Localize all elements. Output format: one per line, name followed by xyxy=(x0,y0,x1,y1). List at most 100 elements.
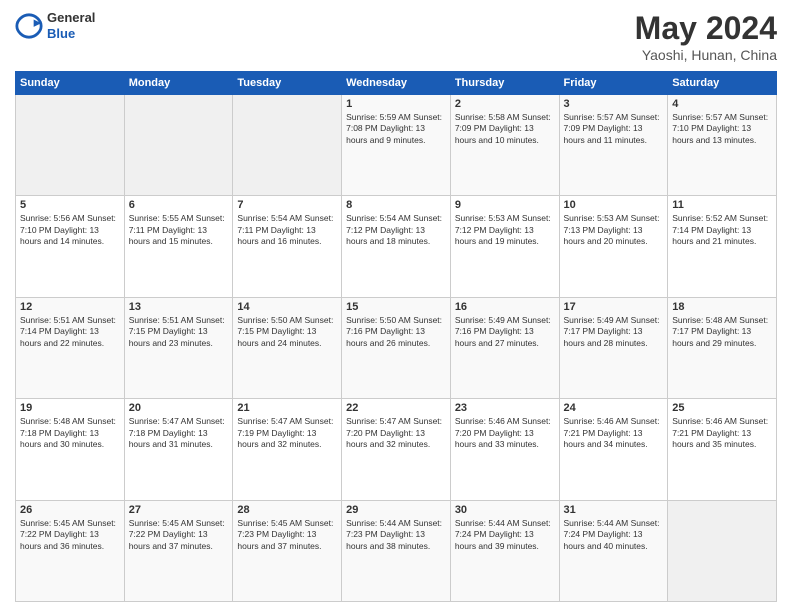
day-content: Sunrise: 5:46 AM Sunset: 7:21 PM Dayligh… xyxy=(672,416,772,450)
day-number: 17 xyxy=(564,301,664,313)
day-content: Sunrise: 5:49 AM Sunset: 7:16 PM Dayligh… xyxy=(455,315,555,349)
day-content: Sunrise: 5:54 AM Sunset: 7:11 PM Dayligh… xyxy=(237,213,337,247)
day-content: Sunrise: 5:44 AM Sunset: 7:24 PM Dayligh… xyxy=(564,518,664,552)
calendar-cell: 24 Sunrise: 5:46 AM Sunset: 7:21 PM Dayli… xyxy=(559,399,668,500)
calendar-cell xyxy=(124,95,233,196)
calendar-header: Sunday Monday Tuesday Wednesday Thursday… xyxy=(16,72,777,95)
day-number: 19 xyxy=(20,402,120,414)
col-thursday: Thursday xyxy=(450,72,559,95)
calendar-cell: 16 Sunrise: 5:49 AM Sunset: 7:16 PM Dayli… xyxy=(450,297,559,398)
calendar-cell: 18 Sunrise: 5:48 AM Sunset: 7:17 PM Dayli… xyxy=(668,297,777,398)
day-number: 13 xyxy=(129,301,229,313)
day-content: Sunrise: 5:54 AM Sunset: 7:12 PM Dayligh… xyxy=(346,213,446,247)
day-number: 24 xyxy=(564,402,664,414)
day-content: Sunrise: 5:45 AM Sunset: 7:23 PM Dayligh… xyxy=(237,518,337,552)
day-content: Sunrise: 5:51 AM Sunset: 7:15 PM Dayligh… xyxy=(129,315,229,349)
calendar-week-1: 5Sunrise: 5:56 AM Sunset: 7:10 PM Daylig… xyxy=(16,196,777,297)
calendar-cell: 12Sunrise: 5:51 AM Sunset: 7:14 PM Dayli… xyxy=(16,297,125,398)
logo-blue-text: Blue xyxy=(47,26,95,42)
day-content: Sunrise: 5:49 AM Sunset: 7:17 PM Dayligh… xyxy=(564,315,664,349)
header: General Blue May 2024 Yaoshi, Hunan, Chi… xyxy=(15,10,777,63)
day-content: Sunrise: 5:48 AM Sunset: 7:17 PM Dayligh… xyxy=(672,315,772,349)
day-number: 27 xyxy=(129,504,229,516)
calendar-cell xyxy=(233,95,342,196)
title-block: May 2024 Yaoshi, Hunan, China xyxy=(635,10,777,63)
logo-general-text: General xyxy=(47,10,95,26)
day-number: 14 xyxy=(237,301,337,313)
weekday-row: Sunday Monday Tuesday Wednesday Thursday… xyxy=(16,72,777,95)
day-number: 10 xyxy=(564,199,664,211)
day-content: Sunrise: 5:45 AM Sunset: 7:22 PM Dayligh… xyxy=(20,518,120,552)
calendar-cell: 20 Sunrise: 5:47 AM Sunset: 7:18 PM Dayli… xyxy=(124,399,233,500)
day-content: Sunrise: 5:57 AM Sunset: 7:10 PM Dayligh… xyxy=(672,112,772,146)
col-monday: Monday xyxy=(124,72,233,95)
calendar-week-3: 19Sunrise: 5:48 AM Sunset: 7:18 PM Dayli… xyxy=(16,399,777,500)
day-content: Sunrise: 5:44 AM Sunset: 7:24 PM Dayligh… xyxy=(455,518,555,552)
page: General Blue May 2024 Yaoshi, Hunan, Chi… xyxy=(0,0,792,612)
calendar: Sunday Monday Tuesday Wednesday Thursday… xyxy=(15,71,777,602)
calendar-cell: 17 Sunrise: 5:49 AM Sunset: 7:17 PM Dayli… xyxy=(559,297,668,398)
logo-text: General Blue xyxy=(47,10,95,41)
day-content: Sunrise: 5:52 AM Sunset: 7:14 PM Dayligh… xyxy=(672,213,772,247)
day-content: Sunrise: 5:46 AM Sunset: 7:21 PM Dayligh… xyxy=(564,416,664,450)
day-number: 26 xyxy=(20,504,120,516)
calendar-cell: 13 Sunrise: 5:51 AM Sunset: 7:15 PM Dayli… xyxy=(124,297,233,398)
day-number: 31 xyxy=(564,504,664,516)
calendar-cell: 7 Sunrise: 5:54 AM Sunset: 7:11 PM Daylig… xyxy=(233,196,342,297)
logo-icon xyxy=(15,12,43,40)
day-number: 1 xyxy=(346,98,446,110)
col-friday: Friday xyxy=(559,72,668,95)
calendar-cell: 6Sunrise: 5:55 AM Sunset: 7:11 PM Daylig… xyxy=(124,196,233,297)
calendar-body: 1Sunrise: 5:59 AM Sunset: 7:08 PM Daylig… xyxy=(16,95,777,602)
day-number: 28 xyxy=(237,504,337,516)
day-number: 16 xyxy=(455,301,555,313)
calendar-cell xyxy=(668,500,777,601)
day-content: Sunrise: 5:56 AM Sunset: 7:10 PM Dayligh… xyxy=(20,213,120,247)
calendar-cell: 5Sunrise: 5:56 AM Sunset: 7:10 PM Daylig… xyxy=(16,196,125,297)
day-content: Sunrise: 5:47 AM Sunset: 7:18 PM Dayligh… xyxy=(129,416,229,450)
col-wednesday: Wednesday xyxy=(342,72,451,95)
logo: General Blue xyxy=(15,10,95,41)
day-number: 8 xyxy=(346,199,446,211)
calendar-cell: 21 Sunrise: 5:47 AM Sunset: 7:19 PM Dayli… xyxy=(233,399,342,500)
calendar-cell: 19Sunrise: 5:48 AM Sunset: 7:18 PM Dayli… xyxy=(16,399,125,500)
day-number: 15 xyxy=(346,301,446,313)
day-content: Sunrise: 5:53 AM Sunset: 7:12 PM Dayligh… xyxy=(455,213,555,247)
calendar-cell: 15 Sunrise: 5:50 AM Sunset: 7:16 PM Dayli… xyxy=(342,297,451,398)
day-number: 11 xyxy=(672,199,772,211)
calendar-cell: 11 Sunrise: 5:52 AM Sunset: 7:14 PM Dayli… xyxy=(668,196,777,297)
col-saturday: Saturday xyxy=(668,72,777,95)
day-number: 23 xyxy=(455,402,555,414)
day-number: 21 xyxy=(237,402,337,414)
col-sunday: Sunday xyxy=(16,72,125,95)
calendar-cell: 26 Sunrise: 5:45 AM Sunset: 7:22 PM Dayli… xyxy=(16,500,125,601)
col-tuesday: Tuesday xyxy=(233,72,342,95)
day-number: 4 xyxy=(672,98,772,110)
calendar-cell: 30Sunrise: 5:44 AM Sunset: 7:24 PM Dayli… xyxy=(450,500,559,601)
calendar-cell: 8 Sunrise: 5:54 AM Sunset: 7:12 PM Daylig… xyxy=(342,196,451,297)
day-content: Sunrise: 5:55 AM Sunset: 7:11 PM Dayligh… xyxy=(129,213,229,247)
calendar-cell: 31 Sunrise: 5:44 AM Sunset: 7:24 PM Dayli… xyxy=(559,500,668,601)
day-number: 29 xyxy=(346,504,446,516)
day-content: Sunrise: 5:44 AM Sunset: 7:23 PM Dayligh… xyxy=(346,518,446,552)
calendar-cell: 23Sunrise: 5:46 AM Sunset: 7:20 PM Dayli… xyxy=(450,399,559,500)
calendar-week-4: 26 Sunrise: 5:45 AM Sunset: 7:22 PM Dayli… xyxy=(16,500,777,601)
day-number: 7 xyxy=(237,199,337,211)
calendar-cell: 9Sunrise: 5:53 AM Sunset: 7:12 PM Daylig… xyxy=(450,196,559,297)
main-title: May 2024 xyxy=(635,10,777,47)
day-content: Sunrise: 5:50 AM Sunset: 7:16 PM Dayligh… xyxy=(346,315,446,349)
day-content: Sunrise: 5:47 AM Sunset: 7:19 PM Dayligh… xyxy=(237,416,337,450)
day-number: 20 xyxy=(129,402,229,414)
day-content: Sunrise: 5:58 AM Sunset: 7:09 PM Dayligh… xyxy=(455,112,555,146)
calendar-cell: 29 Sunrise: 5:44 AM Sunset: 7:23 PM Dayli… xyxy=(342,500,451,601)
calendar-cell: 10Sunrise: 5:53 AM Sunset: 7:13 PM Dayli… xyxy=(559,196,668,297)
calendar-week-2: 12Sunrise: 5:51 AM Sunset: 7:14 PM Dayli… xyxy=(16,297,777,398)
day-number: 3 xyxy=(564,98,664,110)
day-content: Sunrise: 5:57 AM Sunset: 7:09 PM Dayligh… xyxy=(564,112,664,146)
calendar-cell: 25Sunrise: 5:46 AM Sunset: 7:21 PM Dayli… xyxy=(668,399,777,500)
subtitle: Yaoshi, Hunan, China xyxy=(635,47,777,63)
day-content: Sunrise: 5:50 AM Sunset: 7:15 PM Dayligh… xyxy=(237,315,337,349)
day-content: Sunrise: 5:47 AM Sunset: 7:20 PM Dayligh… xyxy=(346,416,446,450)
calendar-week-0: 1Sunrise: 5:59 AM Sunset: 7:08 PM Daylig… xyxy=(16,95,777,196)
day-number: 18 xyxy=(672,301,772,313)
